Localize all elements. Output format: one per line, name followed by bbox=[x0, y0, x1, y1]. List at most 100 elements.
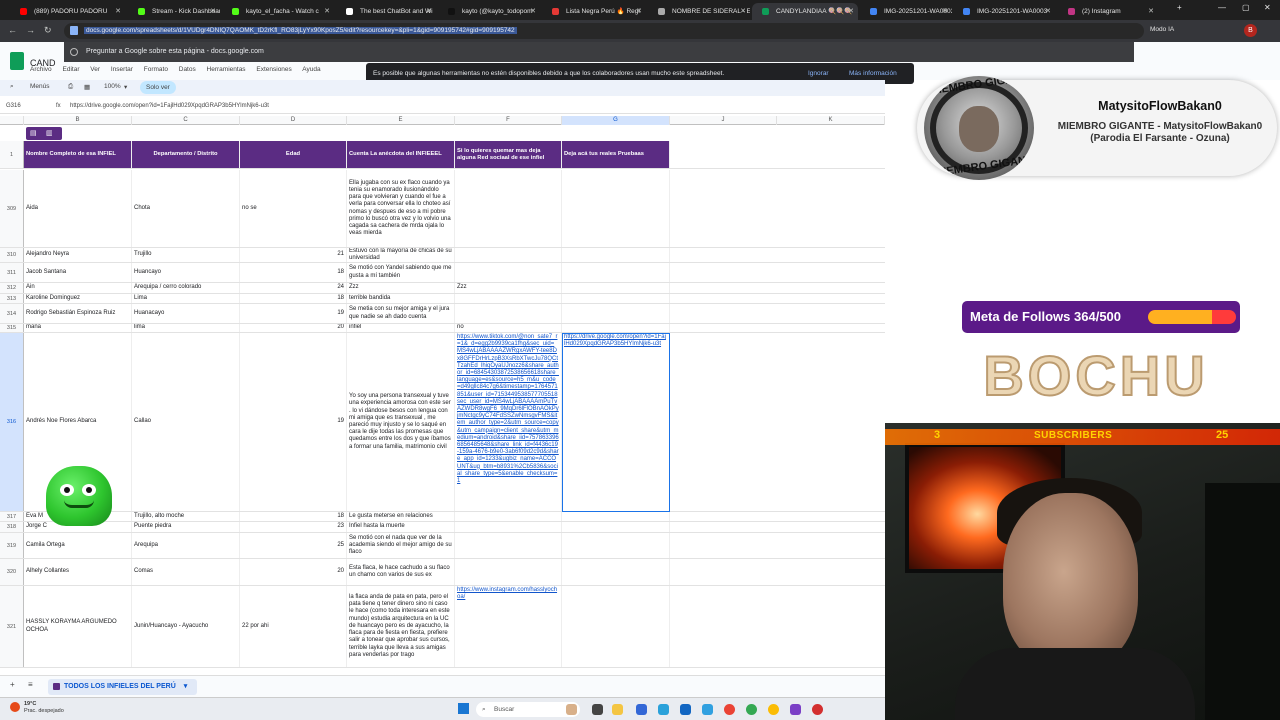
outlook-icon[interactable] bbox=[680, 704, 691, 715]
menu-extensiones[interactable]: Extensiones bbox=[256, 66, 291, 73]
cell-f[interactable] bbox=[455, 304, 562, 323]
maximize-icon[interactable]: ▢ bbox=[1242, 3, 1250, 12]
ai-mode-button[interactable]: Modo IA bbox=[1150, 26, 1174, 33]
column-header-d[interactable]: D bbox=[240, 116, 347, 125]
cell-f[interactable] bbox=[455, 559, 562, 585]
cell-d[interactable]: 22 por ahi bbox=[240, 586, 347, 667]
browser-tab[interactable]: kayto (@kayto_todopom ✕ bbox=[438, 3, 540, 20]
obs-icon[interactable] bbox=[812, 704, 823, 715]
zoom-select[interactable]: 100% bbox=[104, 83, 121, 90]
cell-g[interactable] bbox=[562, 522, 670, 532]
header-pruebas[interactable]: Deja acá tus reales Pruebaas bbox=[562, 141, 670, 168]
tab-close-icon[interactable]: ✕ bbox=[740, 3, 746, 20]
row-number[interactable]: 1 bbox=[0, 141, 24, 168]
select-all-corner[interactable] bbox=[0, 116, 24, 125]
header-departamento[interactable]: Departamento / Distrito bbox=[132, 141, 240, 168]
cell-b[interactable]: HASSLY KORAYMA ARGUMEDO OCHOA bbox=[24, 586, 132, 667]
menu-ver[interactable]: Ver bbox=[90, 66, 100, 73]
row-number[interactable]: 314 bbox=[0, 304, 24, 323]
tab-close-icon[interactable]: ✕ bbox=[210, 3, 216, 20]
print-icon[interactable]: ⎙ bbox=[68, 83, 73, 91]
cell-e[interactable]: Le gusta meterse en relaciones bbox=[347, 512, 455, 521]
cell-g[interactable] bbox=[562, 263, 670, 282]
cell-e[interactable]: Zzz bbox=[347, 283, 455, 293]
cell-g[interactable] bbox=[562, 294, 670, 303]
cell-d[interactable]: 18 bbox=[240, 263, 347, 282]
row-number[interactable]: 319 bbox=[0, 533, 24, 558]
search-menus-icon[interactable]: ⌕ bbox=[10, 83, 14, 91]
profile-avatar[interactable]: B bbox=[1244, 24, 1257, 37]
cell-c[interactable]: Huancayo bbox=[132, 263, 240, 282]
menu-editar[interactable]: Editar bbox=[63, 66, 80, 73]
browser-tab[interactable]: kayto_el_facha - Watch c ✕ bbox=[222, 3, 334, 20]
cell-b[interactable]: Alhely Collantes bbox=[24, 559, 132, 585]
cell-f[interactable]: https://www.instagram.com/hasslyochoa/ bbox=[455, 586, 562, 667]
column-header-g[interactable]: G bbox=[562, 116, 670, 125]
tab-close-icon[interactable]: ✕ bbox=[324, 3, 330, 20]
cell-f[interactable] bbox=[455, 263, 562, 282]
column-header-k[interactable]: K bbox=[777, 116, 885, 125]
chrome-alt-icon[interactable] bbox=[768, 704, 779, 715]
menus-button[interactable]: Menús bbox=[30, 83, 50, 90]
chevron-down-icon[interactable]: ▾ bbox=[184, 683, 188, 690]
column-header-j[interactable]: J bbox=[670, 116, 777, 125]
cell-c[interactable]: Comas bbox=[132, 559, 240, 585]
cell-c[interactable]: lima bbox=[132, 324, 240, 332]
row-number[interactable]: 311 bbox=[0, 263, 24, 282]
cell-c[interactable]: Lima bbox=[132, 294, 240, 303]
cell-b[interactable]: mana bbox=[24, 324, 132, 332]
browser-tab[interactable]: (889) PADORU PADORU ✕ bbox=[10, 3, 125, 20]
url-text[interactable]: docs.google.com/spreadsheets/d/1VUDgr4DN… bbox=[84, 27, 517, 34]
cell-b[interactable]: Karoline Dominguez bbox=[24, 294, 132, 303]
header-edad[interactable]: Edad bbox=[240, 141, 347, 168]
cell-e[interactable]: infiel bbox=[347, 324, 455, 332]
cell-reference[interactable]: G316 bbox=[6, 103, 21, 109]
cell-e[interactable]: Yo soy una persona transexual y tuve una… bbox=[347, 333, 455, 511]
tab-close-icon[interactable]: ✕ bbox=[636, 3, 642, 20]
column-header-b[interactable]: B bbox=[24, 116, 132, 125]
cell-e[interactable]: Se motió con el nada que ver de la acade… bbox=[347, 533, 455, 558]
row-number[interactable]: 321 bbox=[0, 586, 24, 667]
cell-f[interactable]: Zzz bbox=[455, 283, 562, 293]
cell-b[interactable]: Rodrigo Sebastián Espinoza Ruiz bbox=[24, 304, 132, 323]
filter-view-controls[interactable]: ▤ ▥ bbox=[26, 127, 62, 140]
forward-icon[interactable]: → bbox=[26, 25, 35, 35]
cell-f[interactable] bbox=[455, 294, 562, 303]
cell-f[interactable] bbox=[455, 533, 562, 558]
row-number[interactable]: 320 bbox=[0, 559, 24, 585]
tab-close-icon[interactable]: ✕ bbox=[1045, 3, 1051, 20]
cell-b[interactable]: Ain bbox=[24, 283, 132, 293]
edge-icon[interactable] bbox=[658, 704, 669, 715]
paint-format-icon[interactable]: ▦ bbox=[84, 83, 90, 91]
cell-d[interactable]: 19 bbox=[240, 304, 347, 323]
menu-herramientas[interactable]: Herramientas bbox=[207, 66, 246, 73]
cell-f[interactable] bbox=[455, 512, 562, 521]
cell-c[interactable]: Callao bbox=[132, 333, 240, 511]
cell-c[interactable]: Arequipa / cerro colorado bbox=[132, 283, 240, 293]
browser-tab[interactable]: The best ChatBot and Wi ✕ bbox=[336, 3, 436, 20]
menu-ayuda[interactable]: Ayuda bbox=[302, 66, 320, 73]
cell-b[interactable]: Jacob Santana bbox=[24, 263, 132, 282]
row-number[interactable]: 310 bbox=[0, 248, 24, 262]
taskbar-search[interactable]: ⌕ Buscar bbox=[476, 702, 580, 717]
cell-e[interactable]: Estuvo con la mayoría de chicas de su un… bbox=[347, 248, 455, 262]
chrome-icon[interactable] bbox=[724, 704, 735, 715]
cell-g[interactable] bbox=[562, 586, 670, 667]
cell-d[interactable]: 21 bbox=[240, 248, 347, 262]
taskbar-app-icon[interactable] bbox=[566, 704, 577, 715]
cell-d[interactable]: 25 bbox=[240, 533, 347, 558]
cell-d[interactable]: 18 bbox=[240, 512, 347, 521]
row-number[interactable]: 318 bbox=[0, 522, 24, 532]
browser-tab[interactable]: IMG-20251201-WA0003 ✕ bbox=[860, 3, 952, 20]
cell-e[interactable]: Se metia con su mejor amiga y el jura qu… bbox=[347, 304, 455, 323]
cell-f[interactable]: no bbox=[455, 324, 562, 332]
cell-d[interactable]: 18 bbox=[240, 294, 347, 303]
file-explorer-icon[interactable] bbox=[612, 704, 623, 715]
cell-g[interactable] bbox=[562, 324, 670, 332]
cell-g[interactable] bbox=[562, 559, 670, 585]
store-icon[interactable] bbox=[636, 704, 647, 715]
header-anecdota[interactable]: Cuenta La anécdota del INFIEEEL bbox=[347, 141, 455, 168]
row-number[interactable]: 313 bbox=[0, 294, 24, 303]
app-purple-icon[interactable] bbox=[790, 704, 801, 715]
cell-e[interactable]: Se motió con Yandel sabiendo que me gust… bbox=[347, 263, 455, 282]
